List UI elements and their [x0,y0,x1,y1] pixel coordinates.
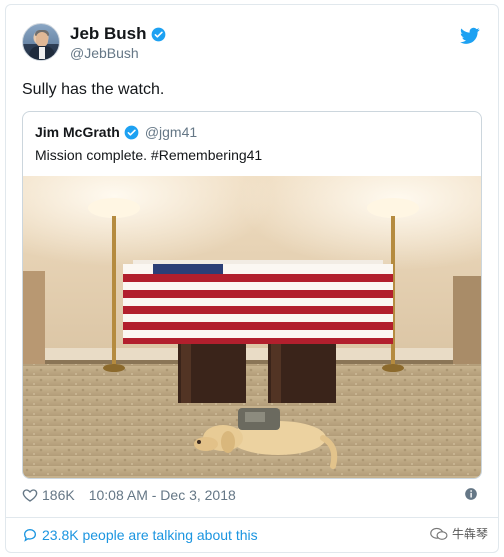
author-name[interactable]: Jeb Bush [70,24,147,44]
twitter-bird-icon[interactable] [460,27,480,45]
quoted-author-row[interactable]: Jim McGrath @jgm41 [35,124,197,140]
divider [6,517,498,518]
timestamp[interactable]: 10:08 AM - Dec 3, 2018 [89,487,236,503]
tweet-meta: 186K 10:08 AM - Dec 3, 2018 [22,485,482,505]
watermark: 牛犇琴 [430,525,488,542]
verified-badge-icon [151,27,165,41]
quoted-tweet[interactable]: Jim McGrath @jgm41 Mission complete. #Re… [22,111,482,479]
conversation-count[interactable]: 23.8K people are talking about this [42,527,258,543]
avatar[interactable] [22,23,60,61]
conversation-link[interactable]: 23.8K people are talking about this [22,523,258,547]
quoted-author-name[interactable]: Jim McGrath [35,124,120,140]
wechat-icon [430,527,448,540]
watermark-text: 牛犇琴 [451,527,488,541]
tweet-card: Jeb Bush @JebBush Sully has the watch. J… [5,4,499,553]
like-count[interactable]: 186K [42,487,75,503]
quoted-author-handle[interactable]: @jgm41 [145,124,197,140]
speech-bubble-icon [23,528,37,542]
tweet-header: Jeb Bush @JebBush [22,23,482,67]
author-name-row[interactable]: Jeb Bush [70,24,166,44]
verified-badge-icon [124,125,139,139]
casket-photo[interactable] [23,176,481,479]
author-handle[interactable]: @JebBush [70,45,139,61]
heart-icon[interactable] [22,487,38,503]
quoted-text: Mission complete. #Remembering41 [35,147,263,163]
tweet-text: Sully has the watch. [22,81,165,98]
info-icon[interactable] [464,487,478,501]
